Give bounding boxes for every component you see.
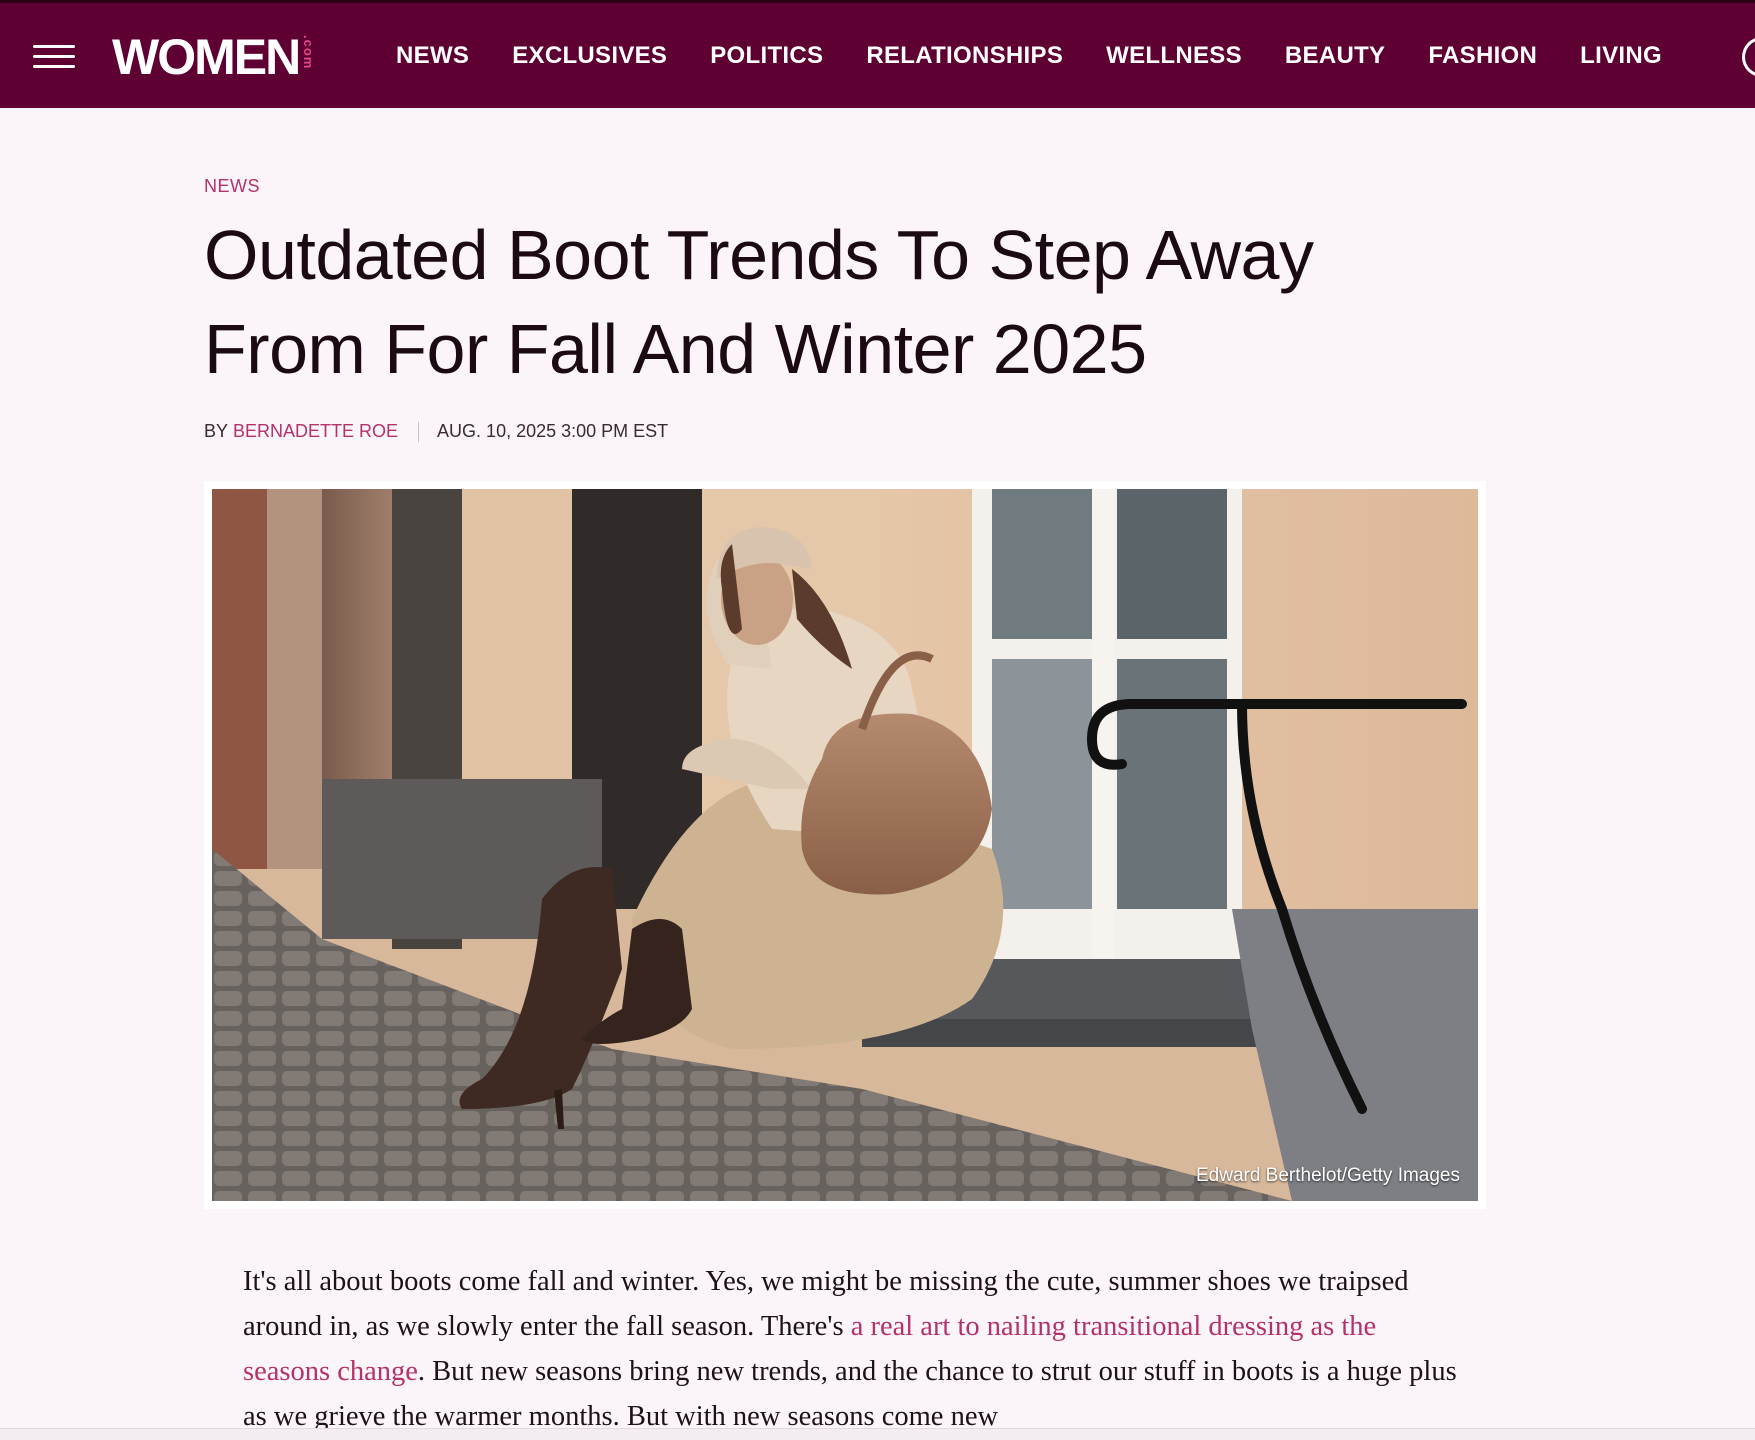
nav-item-news[interactable]: NEWS bbox=[396, 42, 469, 70]
image-credit: Edward Berthelot/Getty Images bbox=[1195, 1165, 1460, 1186]
main-nav: NEWS EXCLUSIVES POLITICS RELATIONSHIPS W… bbox=[396, 3, 1662, 108]
logo-suffix: .com bbox=[301, 35, 317, 70]
hero-figure: Edward Berthelot/Getty Images bbox=[204, 481, 1486, 1209]
hero-image[interactable]: Edward Berthelot/Getty Images bbox=[212, 489, 1478, 1201]
nav-item-politics[interactable]: POLITICS bbox=[710, 42, 823, 70]
logo-wordmark: WOMEN bbox=[112, 29, 301, 85]
article-title-line-2: From For Fall And Winter 2025 bbox=[204, 310, 1147, 388]
nav-item-exclusives[interactable]: EXCLUSIVES bbox=[512, 42, 667, 70]
byline: BY BERNADETTE ROE AUG. 10, 2025 3:00 PM … bbox=[204, 421, 668, 442]
hamburger-icon[interactable] bbox=[33, 45, 75, 69]
byline-prefix: BY bbox=[204, 421, 229, 441]
article-title-line-1: Outdated Boot Trends To Step Away bbox=[204, 216, 1314, 294]
byline-divider bbox=[418, 421, 420, 442]
nav-item-living[interactable]: LIVING bbox=[1580, 42, 1662, 70]
article-title: Outdated Boot Trends To Step Away From F… bbox=[204, 208, 1464, 396]
nav-item-beauty[interactable]: BEAUTY bbox=[1285, 42, 1385, 70]
paragraph-text-2: . But new seasons bring new trends, and … bbox=[243, 1356, 1457, 1432]
author-link[interactable]: BERNADETTE ROE bbox=[233, 421, 398, 442]
search-icon[interactable] bbox=[1742, 37, 1755, 77]
nav-item-wellness[interactable]: WELLNESS bbox=[1106, 42, 1242, 70]
site-logo[interactable]: WOMEN .com bbox=[112, 29, 316, 85]
article-paragraph: It's all about boots come fall and winte… bbox=[243, 1259, 1463, 1439]
viewport-bottom-edge bbox=[0, 1428, 1755, 1440]
nav-item-fashion[interactable]: FASHION bbox=[1428, 42, 1537, 70]
article-category-link[interactable]: NEWS bbox=[204, 176, 260, 197]
publish-date: AUG. 10, 2025 3:00 PM EST bbox=[437, 421, 669, 441]
nav-item-relationships[interactable]: RELATIONSHIPS bbox=[866, 42, 1063, 70]
site-header: WOMEN .com NEWS EXCLUSIVES POLITICS RELA… bbox=[0, 3, 1755, 108]
